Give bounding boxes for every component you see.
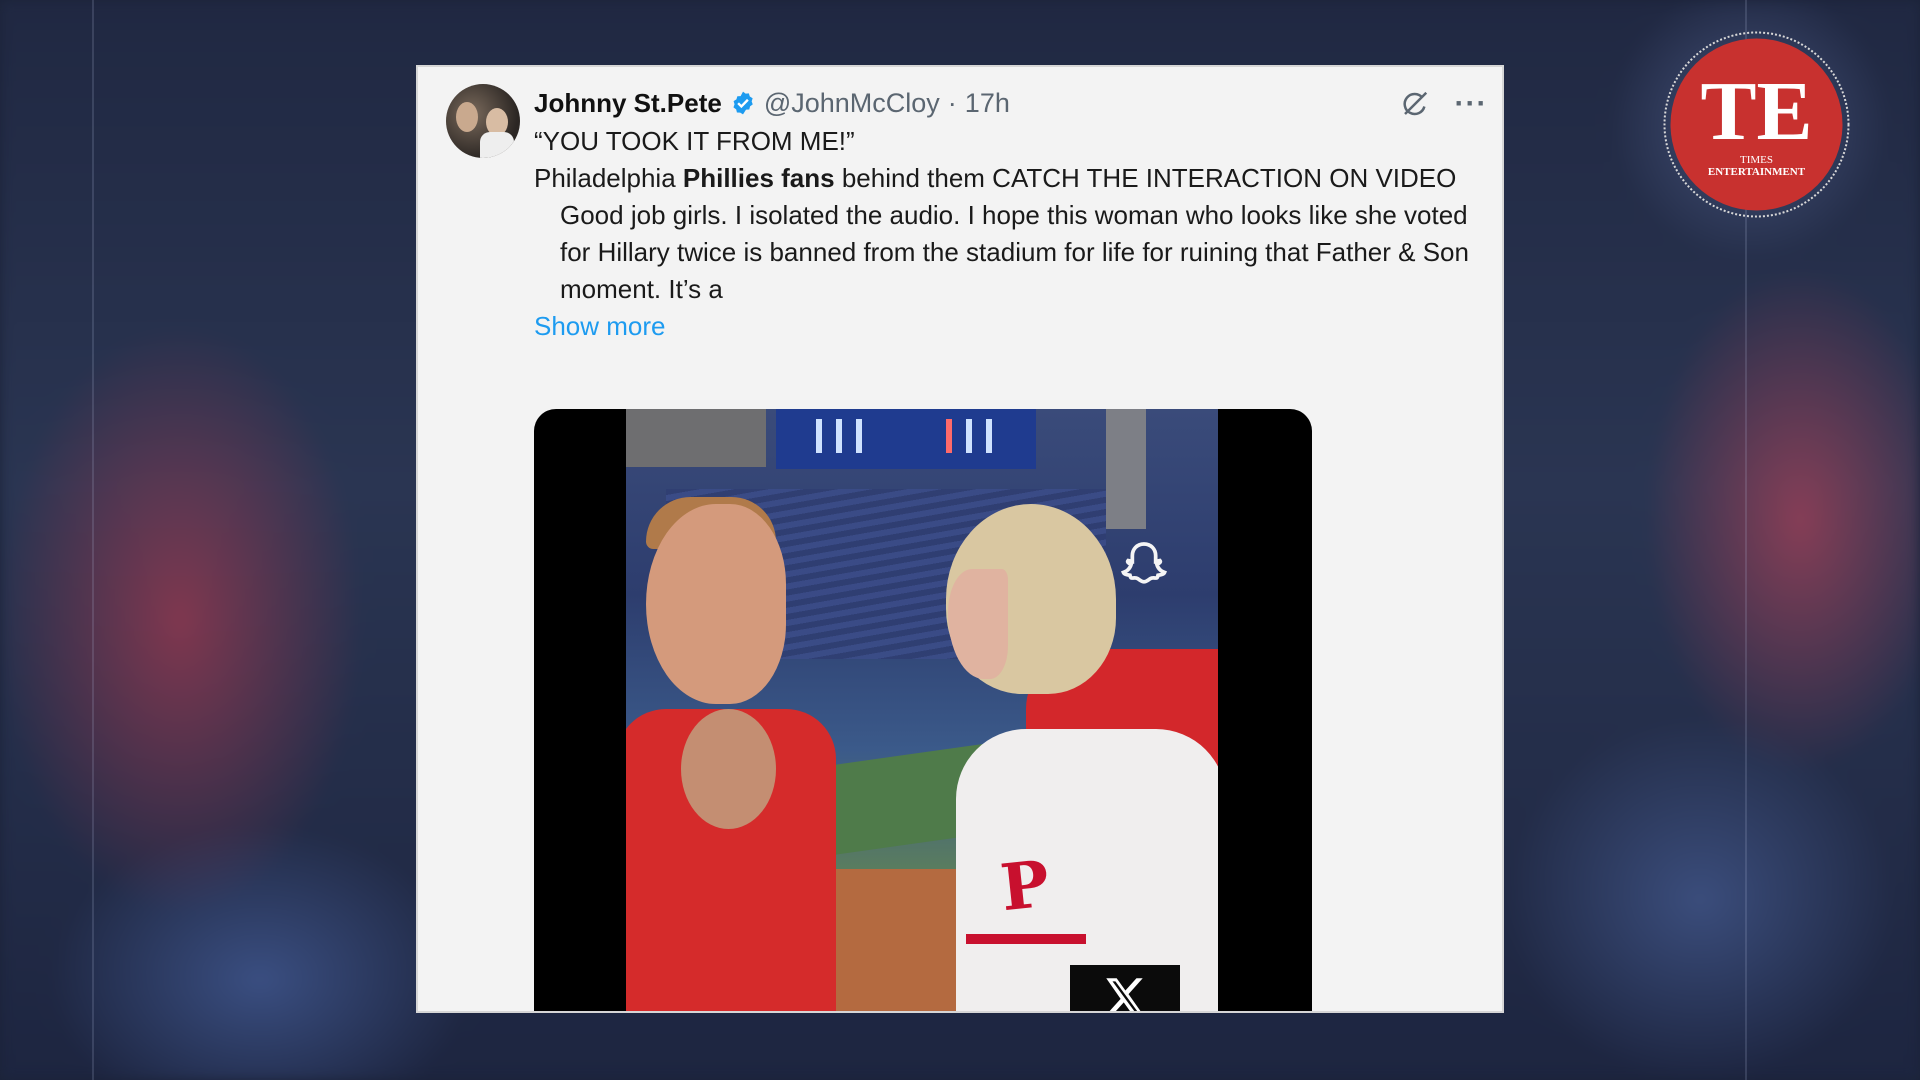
display-name[interactable]: Johnny St.Pete xyxy=(534,88,722,119)
stadium-scoreboard xyxy=(776,409,1036,469)
logo-caption-line1: TIMES xyxy=(1740,154,1773,166)
tweet-card[interactable]: Johnny St.Pete @JohnMcCloy · 17h ··· “YO… xyxy=(416,65,1504,1013)
timestamp[interactable]: 17h xyxy=(965,88,1010,119)
tweet-text: “YOU TOOK IT FROM ME!” Philadelphia Phil… xyxy=(534,123,1484,345)
separator-dot: · xyxy=(947,87,957,118)
background-line xyxy=(92,0,94,1080)
x-logo-icon xyxy=(1070,965,1180,1011)
tweet-line-headline: Philadelphia Phillies fans behind them C… xyxy=(534,163,1457,193)
tweet-line-quote: “YOU TOOK IT FROM ME!” xyxy=(534,126,855,156)
tweet-line-body: Good job girls. I isolated the audio. I … xyxy=(560,200,1469,304)
logo-letters: TE xyxy=(1700,65,1812,158)
grok-icon[interactable] xyxy=(1398,87,1432,121)
show-more-link[interactable]: Show more xyxy=(534,311,666,341)
jersey-letter: P xyxy=(997,846,1053,927)
user-handle[interactable]: @JohnMcCloy xyxy=(764,88,940,119)
snapchat-ghost-icon xyxy=(1121,542,1167,584)
verified-badge-icon xyxy=(733,91,753,115)
video-frame: P xyxy=(626,409,1218,1011)
logo-caption-line2: ENTERTAINMENT xyxy=(1708,166,1806,178)
tweet-actions-top: ··· xyxy=(1398,87,1488,121)
tweet-header: Johnny St.Pete @JohnMcCloy · 17h xyxy=(534,85,1010,121)
times-entertainment-logo: TE TIMES ENTERTAINMENT xyxy=(1663,31,1850,218)
bold-phrase: Phillies fans xyxy=(682,163,835,193)
more-icon[interactable]: ··· xyxy=(1454,87,1488,121)
tweet-video[interactable]: P xyxy=(534,409,1312,1011)
avatar[interactable] xyxy=(446,84,520,158)
